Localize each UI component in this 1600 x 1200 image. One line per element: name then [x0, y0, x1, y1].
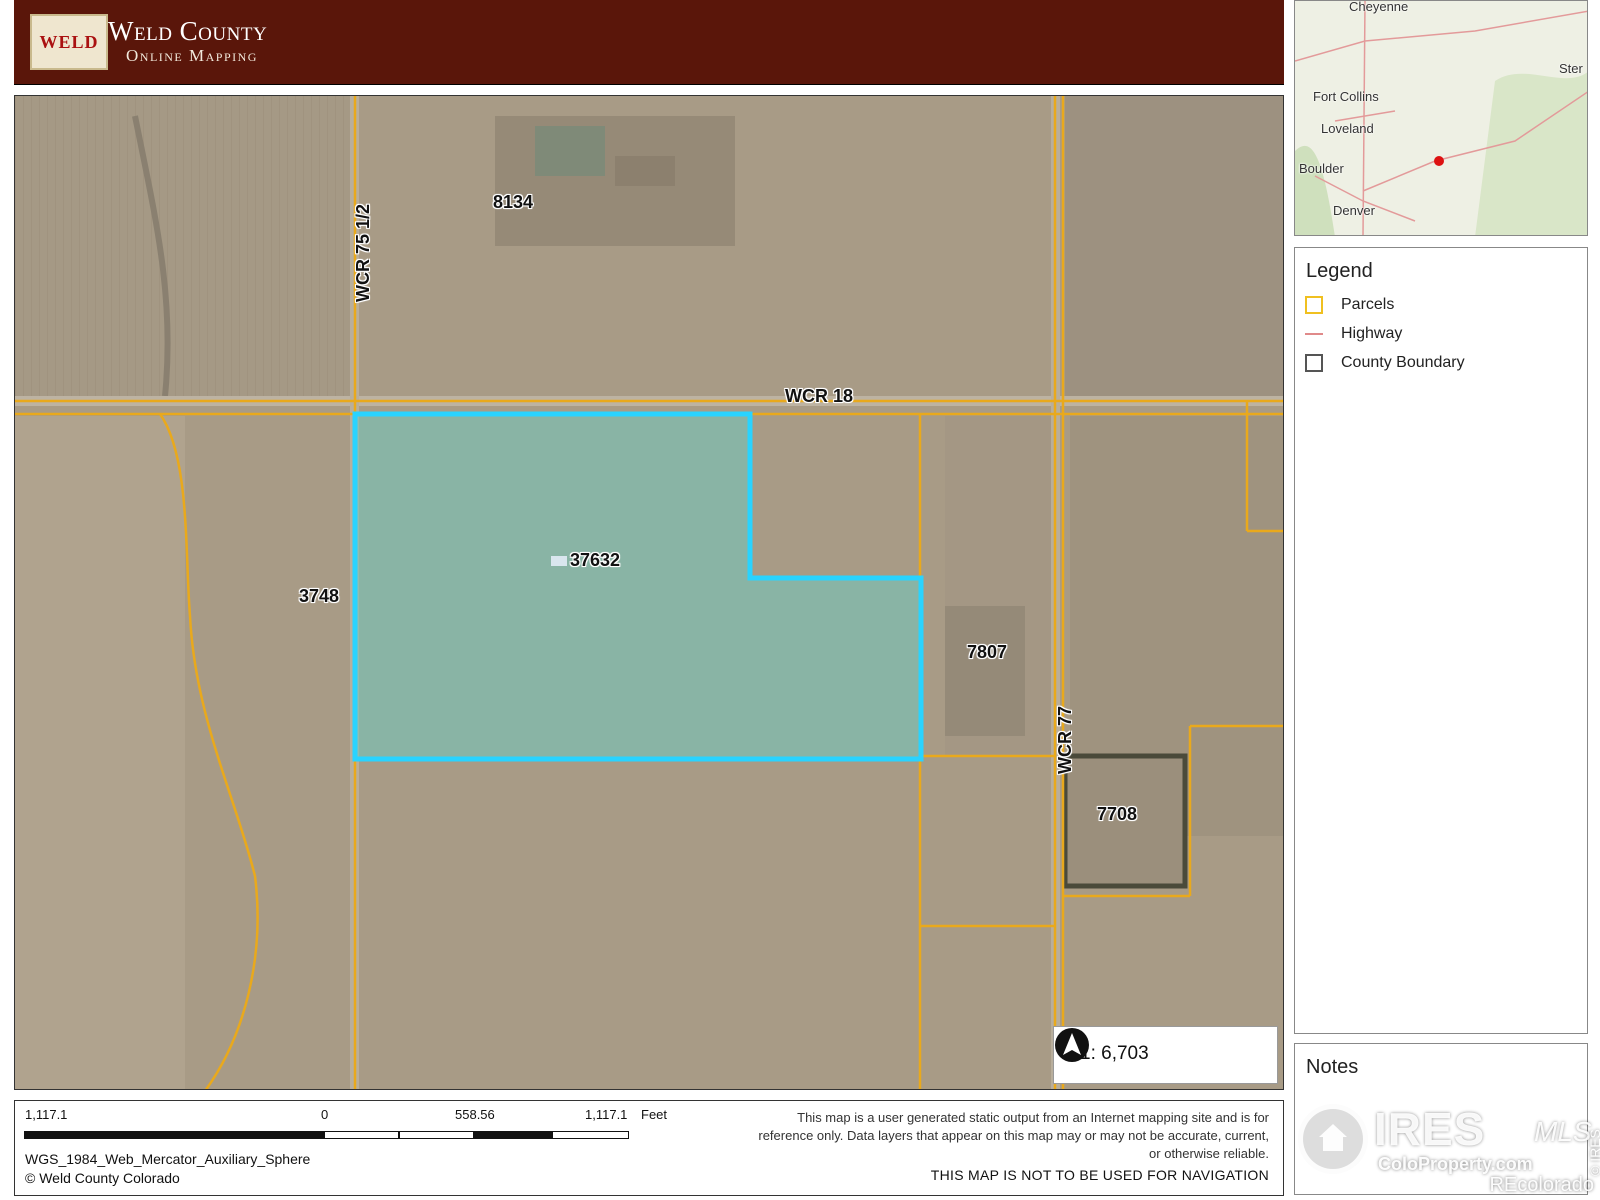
scale-tick-left: 1,117.1: [25, 1107, 68, 1122]
weld-county-logo: WELD: [30, 14, 108, 70]
road-label-wcr-77: WCR 77: [1055, 705, 1075, 774]
county-boundary-swatch-icon: [1305, 354, 1323, 372]
legend-item-parcels: Parcels: [1305, 294, 1394, 316]
map-footer: 1,117.1 0 558.56 1,117.1 Feet WGS_1984_W…: [14, 1100, 1284, 1196]
city-loveland: Loveland: [1321, 121, 1374, 136]
scale-tick-zero: 0: [321, 1107, 329, 1122]
legend-item-county-boundary: County Boundary: [1305, 352, 1465, 374]
overview-map-graphic: [1295, 1, 1587, 235]
legend-panel: Legend Parcels Highway County Boundary: [1294, 247, 1588, 1034]
notes-panel: Notes: [1294, 1043, 1588, 1195]
projection-label: WGS_1984_Web_Mercator_Auxiliary_Sphere: [25, 1151, 311, 1167]
overview-map[interactable]: Cheyenne Fort Collins Loveland Boulder D…: [1294, 0, 1588, 236]
scale-tick-right: 1,117.1: [585, 1107, 628, 1122]
scale-ratio: 1: 6,703: [1080, 1043, 1149, 1064]
navigation-warning: THIS MAP IS NOT TO BE USED FOR NAVIGATIO…: [930, 1167, 1269, 1183]
city-boulder: Boulder: [1299, 161, 1344, 176]
scale-bar-segment: [24, 1131, 324, 1139]
scale-bar-segment: [474, 1131, 552, 1139]
parcel-label-7708: 7708: [1097, 804, 1138, 824]
legend-label-parcels: Parcels: [1341, 296, 1395, 313]
legend-item-highway: Highway: [1305, 323, 1402, 345]
aerial-imagery: [15, 96, 1283, 1089]
notes-title: Notes: [1306, 1056, 1359, 1078]
scale-bar: [24, 1131, 629, 1141]
legend-label-highway: Highway: [1341, 325, 1403, 342]
scale-bar-segment: [552, 1131, 629, 1139]
parcels-swatch-icon: [1305, 296, 1323, 314]
scale-bar-segment: [399, 1131, 474, 1139]
road-label-wcr-75-half: WCR 75 1/2: [353, 203, 373, 302]
highway-swatch-icon: [1305, 333, 1323, 335]
map-view[interactable]: 8134 37632 3748 7807 7708 WCR 18 WCR 75 …: [14, 95, 1284, 1090]
app-header: WELD Weld County Online Mapping: [14, 0, 1284, 84]
parcel-label-7807: 7807: [967, 642, 1008, 662]
scale-tick-mid: 558.56: [455, 1107, 495, 1122]
scale-ratio-box: 1: 6,703: [1053, 1026, 1278, 1084]
legend-label-county-boundary: County Boundary: [1341, 354, 1465, 371]
parcel-label-3748: 3748: [299, 586, 340, 606]
page-title: Weld County: [108, 16, 268, 46]
scale-bar-segment: [324, 1131, 399, 1139]
city-fort-collins: Fort Collins: [1313, 89, 1379, 104]
watermark-side: © IRES: [1587, 1129, 1600, 1176]
page-subtitle: Online Mapping: [126, 46, 258, 65]
disclaimer-text: This map is a user generated static outp…: [758, 1110, 1269, 1161]
parcel-label-37632: 37632: [570, 550, 621, 570]
north-arrow-icon: [1055, 1028, 1089, 1062]
scale-unit: Feet: [641, 1107, 668, 1122]
city-cheyenne: Cheyenne: [1349, 0, 1409, 14]
copyright-text: © Weld County Colorado: [25, 1170, 180, 1186]
parcel-label-8134: 8134: [493, 192, 534, 212]
city-denver: Denver: [1333, 203, 1375, 218]
logo-lettering: WELD: [39, 31, 99, 52]
road-label-wcr-18: WCR 18: [785, 386, 854, 406]
city-sterling: Ster: [1559, 61, 1583, 76]
legend-title: Legend: [1306, 260, 1373, 282]
